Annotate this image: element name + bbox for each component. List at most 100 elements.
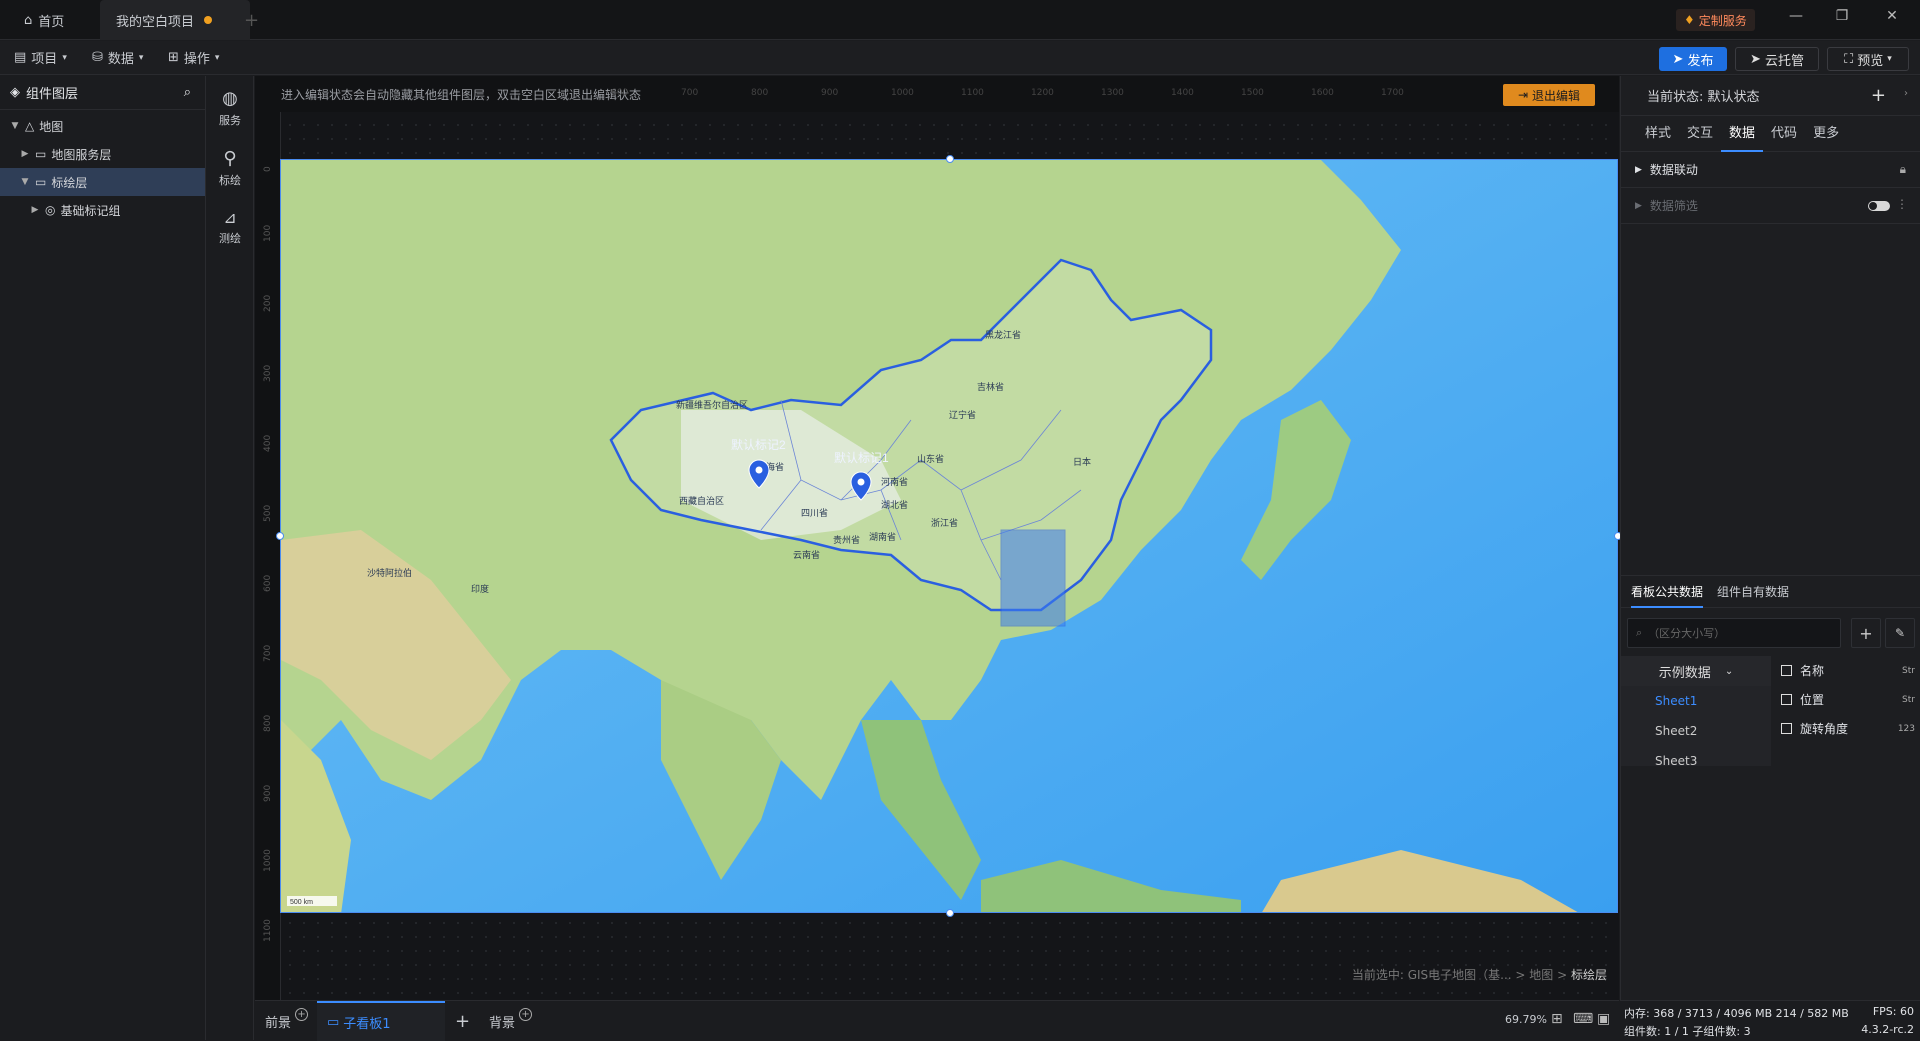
field-item[interactable]: 位置 Str [1781, 685, 1920, 714]
tab-background-label: 背景 [489, 1015, 516, 1031]
tab-project-label: 我的空白项目 [116, 14, 195, 30]
globe-icon: ◍ [222, 88, 238, 109]
tab-interaction[interactable]: 交互 [1679, 116, 1721, 152]
menu-project[interactable]: ▤ 项目 ▾ [14, 48, 67, 67]
tab-sub-board-label: 子看板1 [343, 1016, 391, 1032]
map-label: 日本 [1073, 456, 1091, 467]
breadcrumb-prefix: 当前选中: GIS电子地图（基... > 地图 > [1351, 968, 1571, 982]
ruler-tick-label: 0 [263, 166, 273, 172]
terminal-icon[interactable]: ▣ [1597, 1011, 1610, 1027]
board-icon: ▭ [327, 1014, 340, 1030]
dataset-search-input[interactable]: ⌕ （区分大小写） [1627, 618, 1841, 648]
tab-more[interactable]: 更多 [1805, 116, 1847, 152]
resize-handle-bottom[interactable] [946, 909, 954, 917]
gis-map[interactable]: 新疆维吾尔自治区 西藏自治区 青海省 四川省 云南省 河南省 湖北省 湖南省 贵… [280, 159, 1618, 913]
data-filter-label: 数据筛选 [1649, 199, 1698, 213]
tab-style[interactable]: 样式 [1637, 116, 1679, 152]
minimize-icon[interactable]: — [1784, 8, 1808, 24]
chevron-right-icon[interactable]: › [1904, 88, 1908, 99]
cloud-host-label: 云托管 [1764, 53, 1804, 69]
layer-item-plot-layer[interactable]: ▼ ▭ 标绘层 [0, 168, 205, 196]
tab-board-public-data[interactable]: 看板公共数据 [1631, 583, 1704, 608]
canvas-area[interactable]: 进入编辑状态会自动隐藏其他组件图层，双击空白区域退出编辑状态 600 700 800… [255, 76, 1622, 1000]
service-tool[interactable]: ◍ 服务 [206, 88, 254, 128]
layer-item-map-service[interactable]: ▶ ▭ 地图服务层 [0, 140, 205, 168]
caret-down-icon[interactable]: ▼ [10, 121, 20, 131]
exit-icon: ⇥ [1517, 88, 1529, 102]
search-icon[interactable]: ⌕ [184, 85, 191, 100]
new-tab-button[interactable]: + [244, 10, 259, 31]
keyboard-icon[interactable]: ⌨ [1573, 1011, 1593, 1027]
status-bar: 内存: 368 / 3713 / 4096 MB 214 / 582 MB FP… [1620, 1000, 1920, 1040]
tab-sub-board[interactable]: ▭ 子看板1 [317, 1001, 445, 1041]
tab-foreground[interactable]: 前景 + [265, 1001, 309, 1041]
home-icon: ⌂ [24, 12, 33, 28]
layers-panel: ◈ 组件图层 ⌕ ▼ △ 地图 ▶ ▭ 地图服务层 ▼ ▭ 标绘层 ▶ ◎ 基础… [0, 76, 206, 1040]
resize-handle-top[interactable] [946, 155, 954, 163]
exit-edit-button[interactable]: ⇥ 退出编辑 [1503, 84, 1595, 106]
edit-icon[interactable]: ✎ [1885, 618, 1915, 648]
layer-item-basic-marker-group[interactable]: ▶ ◎ 基础标记组 [0, 196, 205, 224]
field-checkbox[interactable] [1781, 694, 1792, 705]
data-linkage-section[interactable]: ▶ 数据联动 🔒︎ [1621, 152, 1920, 188]
field-item[interactable]: 旋转角度 123 [1781, 714, 1920, 743]
menu-data[interactable]: ⛁ 数据 ▾ [92, 48, 143, 67]
caret-down-icon[interactable]: ▼ [20, 177, 30, 187]
map-label: 贵州省 [833, 534, 860, 545]
data-filter-toggle[interactable] [1868, 201, 1890, 211]
tab-background[interactable]: 背景 + [489, 1001, 533, 1041]
tab-data[interactable]: 数据 [1721, 116, 1764, 152]
ruler-tick-label: 500 [263, 504, 273, 522]
tab-component-own-data[interactable]: 组件自有数据 [1717, 583, 1789, 600]
sheet-item[interactable]: Sheet1 [1621, 686, 1771, 716]
state-selector[interactable]: 当前状态: 默认状态 + › [1621, 76, 1920, 116]
layer-item-map[interactable]: ▼ △ 地图 [0, 112, 205, 140]
preview-button[interactable]: ⛶ 预览 ▾ [1827, 47, 1909, 71]
map-canvas[interactable]: 新疆维吾尔自治区 西藏自治区 青海省 四川省 云南省 河南省 湖北省 湖南省 贵… [281, 160, 1618, 913]
layer-item-label: 标绘层 [51, 175, 88, 190]
add-circle-icon[interactable]: + [295, 1007, 309, 1021]
selected-region[interactable] [1000, 529, 1066, 627]
tab-home[interactable]: ⌂ 首页 [8, 0, 92, 40]
layers-panel-title: 组件图层 [26, 87, 79, 102]
sheet-item[interactable]: Sheet3 [1621, 746, 1771, 776]
add-circle-icon[interactable]: + [519, 1007, 533, 1021]
map-label: 吉林省 [977, 381, 1004, 392]
caret-right-icon[interactable]: ▶ [20, 149, 30, 159]
resize-handle-left[interactable] [276, 532, 284, 540]
marker-group-icon: ◎ [45, 203, 56, 217]
field-type: Str [1902, 694, 1915, 705]
publish-button[interactable]: ➤ 发布 [1659, 47, 1727, 71]
caret-right-icon: ▶ [1635, 200, 1642, 211]
sheet-list: 示例数据 ⌄ Sheet1 Sheet2 Sheet3 [1621, 656, 1771, 768]
marker-tool[interactable]: ⚲ 标绘 [206, 148, 254, 188]
fit-screen-icon[interactable]: ⊞ [1551, 1011, 1563, 1027]
fps-status: FPS: 60 [1872, 1005, 1914, 1018]
measure-tool[interactable]: ⊿ 测绘 [206, 208, 254, 246]
add-dataset-button[interactable]: + [1851, 618, 1881, 648]
restore-icon[interactable]: ❐ [1830, 8, 1854, 24]
add-board-button[interactable]: + [455, 1001, 470, 1041]
layer-item-label: 基础标记组 [60, 203, 121, 218]
more-vertical-icon[interactable]: ⋮ [1896, 197, 1908, 211]
tab-project[interactable]: 我的空白项目 [100, 0, 250, 40]
caret-right-icon[interactable]: ▶ [30, 205, 40, 215]
zoom-level[interactable]: 69.79% [1505, 1013, 1547, 1026]
menu-operation[interactable]: ⊞ 操作 ▾ [168, 48, 219, 67]
cloud-host-button[interactable]: ➤ 云托管 [1735, 47, 1819, 71]
field-checkbox[interactable] [1781, 723, 1792, 734]
lock-icon[interactable]: 🔒︎ [1900, 162, 1906, 177]
measure-tool-label: 测绘 [219, 232, 241, 245]
close-icon[interactable]: ✕ [1880, 8, 1904, 24]
field-item[interactable]: 名称 Str [1781, 656, 1920, 685]
tab-code[interactable]: 代码 [1763, 116, 1805, 152]
field-checkbox[interactable] [1781, 665, 1792, 676]
field-name: 旋转角度 [1800, 722, 1849, 736]
tool-iconbar: ◍ 服务 ⚲ 标绘 ⊿ 测绘 [206, 76, 254, 1040]
custom-service-button[interactable]: ♦ 定制服务 [1676, 9, 1755, 31]
dataset-selector[interactable]: 示例数据 ⌄ [1621, 656, 1771, 686]
add-state-icon[interactable]: + [1871, 85, 1886, 106]
sheet-item[interactable]: Sheet2 [1621, 716, 1771, 746]
data-filter-section[interactable]: ▶ 数据筛选 ⋮ [1621, 188, 1920, 224]
breadcrumb-current: 标绘层 [1570, 968, 1607, 982]
